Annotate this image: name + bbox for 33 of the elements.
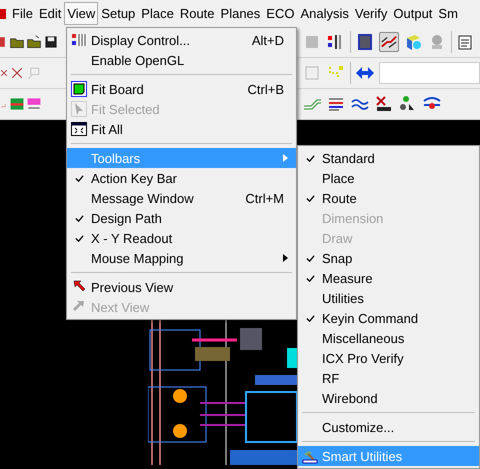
- menu-bar-item[interactable]: View: [64, 2, 98, 25]
- menu-item[interactable]: Measure: [298, 268, 479, 288]
- menu-item[interactable]: Mouse Mapping: [67, 248, 296, 268]
- menu-item[interactable]: Utilities: [298, 288, 479, 308]
- menu-bar-item[interactable]: Sm: [435, 2, 461, 25]
- menu-item[interactable]: Customize...: [298, 417, 479, 437]
- menu-bar-item[interactable]: Place: [138, 2, 177, 25]
- menu-item[interactable]: Standard: [298, 148, 479, 168]
- menu-item[interactable]: Fit All: [67, 119, 296, 139]
- menu-item[interactable]: Fit Board Ctrl+B: [67, 79, 296, 99]
- menu-item[interactable]: Design Path: [67, 208, 296, 228]
- menu-bar-item[interactable]: Planes: [218, 2, 264, 25]
- menu-bar-item[interactable]: Route: [176, 2, 218, 25]
- menu-bar-item[interactable]: Edit: [36, 2, 64, 25]
- menu-item[interactable]: Enable OpenGL: [67, 50, 296, 70]
- menu-item[interactable]: Wirebond: [298, 388, 479, 408]
- menu-item[interactable]: Keyin Command: [298, 308, 479, 328]
- menu-item[interactable]: Snap: [298, 248, 479, 268]
- menu-bar-item[interactable]: Verify: [352, 2, 390, 25]
- menu-bar-item[interactable]: Analysis: [297, 2, 352, 25]
- menu-bar-item[interactable]: Output: [390, 2, 436, 25]
- menu-bar-item[interactable]: Setup: [98, 2, 138, 25]
- menu-item[interactable]: RF: [298, 368, 479, 388]
- menu-bar-item[interactable]: File: [9, 2, 36, 25]
- menu-item[interactable]: Place: [298, 168, 479, 188]
- menu-bar-item[interactable]: ECO: [263, 2, 298, 25]
- menu-item[interactable]: Action Key Bar: [67, 168, 296, 188]
- menu-item[interactable]: Miscellaneous: [298, 328, 479, 348]
- menu-item[interactable]: Message Window Ctrl+M: [67, 188, 296, 208]
- menu-item[interactable]: Route: [298, 188, 479, 208]
- menu-item[interactable]: ICX Pro Verify: [298, 348, 479, 368]
- menu-item[interactable]: Previous View: [67, 277, 296, 297]
- menu-item[interactable]: X - Y Readout: [67, 228, 296, 248]
